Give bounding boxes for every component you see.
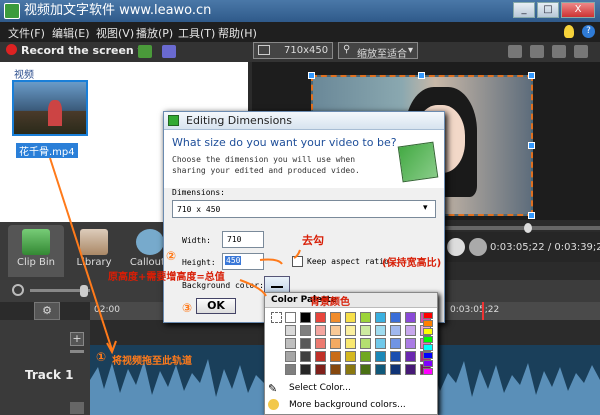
annotation-circle-3: ③ — [182, 301, 193, 315]
annotation-keep-ratio: (保持宽高比) — [382, 258, 442, 269]
annotation-bg-color: 背景颜色 — [310, 297, 350, 308]
annotation-circle-2: ② — [166, 249, 177, 263]
arrow-bg-color — [239, 279, 267, 297]
annotation-height-formula: 原高度+需要增高度=总值 — [108, 272, 225, 283]
annotation-drag-to-track: 将视频拖至此轨道 — [112, 356, 192, 367]
arrow-clip-to-track — [49, 157, 113, 351]
arrow-height — [259, 258, 283, 265]
annotation-arrows — [49, 157, 301, 355]
annotation-uncheck: 去勾 — [302, 234, 324, 247]
arrow-checkbox — [293, 249, 301, 259]
annotation-circle-1: ① — [96, 350, 107, 364]
